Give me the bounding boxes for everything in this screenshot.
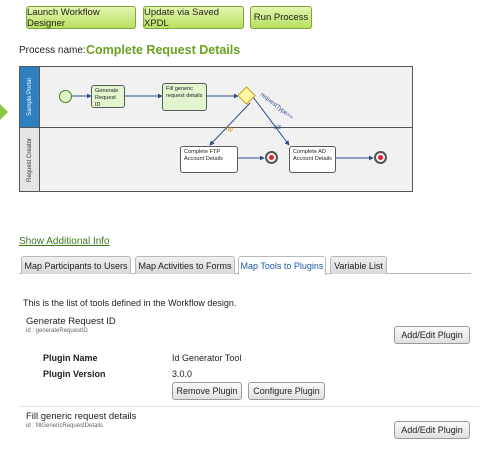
plugin-version-label: Plugin Version (43, 369, 106, 379)
tools-intro-text: This is the list of tools defined in the… (23, 298, 237, 308)
workflow-diagram: Sample Portal Request Creator ftp ad req… (19, 66, 413, 192)
activity-fill-generic-request-details[interactable]: Fill generic request details (162, 83, 207, 111)
tool-name: Generate Request ID (26, 316, 116, 327)
tab-map-tools-to-plugins[interactable]: Map Tools to Plugins (238, 256, 326, 275)
tab-map-participants-to-users[interactable]: Map Participants to Users (21, 256, 131, 274)
transition-label: ftp (226, 127, 233, 133)
tab-map-activities-to-forms[interactable]: Map Activities to Forms (135, 256, 235, 274)
tool-id: id : generateRequestID (26, 328, 88, 334)
plugin-version-value: 3.0.0 (172, 369, 193, 379)
end-event[interactable] (374, 151, 387, 164)
plugin-name-value: Id Generator Tool (172, 353, 242, 363)
add-edit-plugin-button[interactable]: Add/Edit Plugin (394, 326, 470, 344)
activity-complete-ftp-account-details[interactable]: Complete FTP Account Details (180, 146, 238, 173)
run-process-button[interactable]: Run Process (250, 6, 312, 29)
end-event[interactable] (265, 151, 278, 164)
process-name-label: Process name: (19, 45, 86, 56)
launch-workflow-designer-button[interactable]: Launch Workflow Designer (26, 6, 136, 29)
plugin-name-label: Plugin Name (43, 353, 98, 363)
flow-line (209, 102, 251, 146)
tool-id: id : fillGenericRequestDetails (26, 423, 104, 429)
activity-generate-request-id[interactable]: Generate Request ID (91, 85, 125, 108)
process-name-value: Complete Request Details (86, 43, 241, 57)
collapse-arrow-icon[interactable] (0, 104, 8, 120)
tab-variable-list[interactable]: Variable List (330, 256, 387, 274)
transition-condition-label: requestType== (259, 92, 295, 122)
configure-plugin-button[interactable]: Configure Plugin (248, 382, 325, 400)
add-edit-plugin-button[interactable]: Add/Edit Plugin (394, 421, 470, 439)
activity-complete-ad-account-details[interactable]: Complete AD Account Details (289, 146, 336, 173)
show-additional-info-link[interactable]: Show Additional Info (19, 236, 110, 247)
tool-name: Fill generic request details (26, 411, 137, 422)
update-via-saved-xpdl-button[interactable]: Update via Saved XPDL (143, 6, 244, 29)
transition-label: ad (274, 125, 281, 131)
remove-plugin-button[interactable]: Remove Plugin (172, 382, 242, 400)
start-event[interactable] (59, 90, 72, 103)
tool-separator (19, 406, 479, 407)
